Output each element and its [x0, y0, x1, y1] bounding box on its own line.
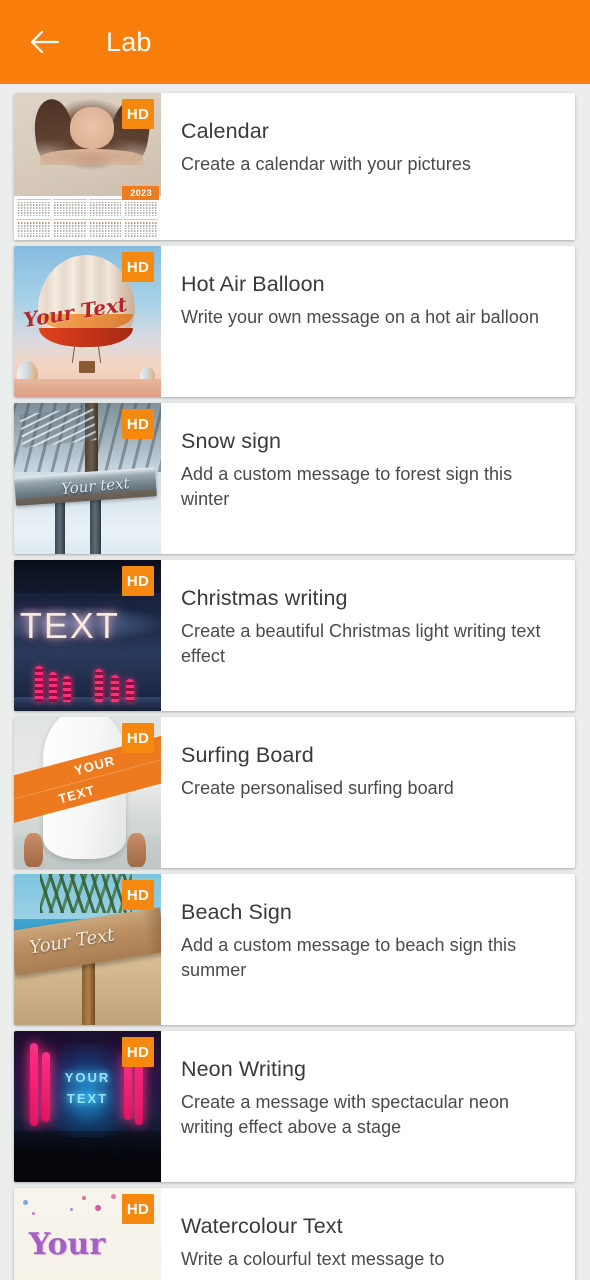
list-item-calendar[interactable]: 2023 HD Calendar Create a calendar with … [14, 93, 575, 240]
neon-writing-thumbnail: YOUR TEXT HD [14, 1031, 161, 1182]
list-item-neon-writing[interactable]: YOUR TEXT HD Neon Writing Create a messa… [14, 1031, 575, 1182]
watercolour-text-line-1: Your [28, 1227, 106, 1263]
calendar-year-label: 2023 [122, 185, 159, 200]
list-item-text: Calendar Create a calendar with your pic… [161, 93, 575, 240]
list-item-snow-sign[interactable]: Your text HD Snow sign Add a custom mess… [14, 403, 575, 554]
calendar-thumbnail: 2023 HD [14, 93, 161, 240]
list-item-description: Add a custom message to beach sign this … [181, 934, 517, 981]
list-item-text: Neon Writing Create a message with spect… [161, 1031, 575, 1182]
list-item-surfing-board[interactable]: YOUR TEXT HD Surfing Board Create person… [14, 717, 575, 868]
list-item-text: Snow sign Add a custom message to forest… [161, 403, 575, 554]
list-item-text: Hot Air Balloon Write your own message o… [161, 246, 575, 397]
hd-badge: HD [122, 566, 154, 596]
list-item-title: Surfing Board [181, 743, 314, 767]
list-item-text: Watercolour Text Write a colourful text … [161, 1188, 575, 1280]
list-item-description: Write your own message on a hot air ball… [181, 306, 540, 327]
list-item-title: Snow sign [181, 429, 282, 453]
christmas-text-overlay: TEXT [19, 605, 120, 647]
neon-text-line-1: YOUR [64, 1070, 111, 1086]
back-button[interactable] [22, 19, 68, 65]
list-item-christmas-writing[interactable]: TEXT HD Christmas writing Create a beaut… [14, 560, 575, 711]
list-item-description: Create a beautiful Christmas light writi… [181, 620, 541, 667]
neon-text-line-2: TEXT [66, 1091, 109, 1107]
arrow-left-icon [30, 29, 60, 55]
watercolour-text-thumbnail: Your Text HD [14, 1188, 161, 1280]
snow-sign-thumbnail: Your text HD [14, 403, 161, 554]
list-item-text: Surfing Board Create personalised surfin… [161, 717, 575, 868]
list-item-title: Calendar [181, 119, 270, 143]
christmas-writing-thumbnail: TEXT HD [14, 560, 161, 711]
list-item-title: Christmas writing [181, 586, 348, 610]
hd-badge: HD [122, 1037, 154, 1067]
hd-badge: HD [122, 99, 154, 129]
list-item-watercolour-text[interactable]: Your Text HD Watercolour Text Write a co… [14, 1188, 575, 1280]
page-title: Lab [106, 26, 152, 57]
hd-badge: HD [122, 723, 154, 753]
surfing-board-thumbnail: YOUR TEXT HD [14, 717, 161, 868]
lab-effects-list[interactable]: 2023 HD Calendar Create a calendar with … [0, 84, 590, 1280]
beach-sign-thumbnail: Your Text HD [14, 874, 161, 1025]
app-bar: Lab [0, 0, 590, 84]
hd-badge: HD [122, 252, 154, 282]
list-item-title: Beach Sign [181, 900, 292, 924]
list-item-description: Create a message with spectacular neon w… [181, 1091, 510, 1138]
hd-badge: HD [122, 409, 154, 439]
hot-air-balloon-thumbnail: Your Text HD [14, 246, 161, 397]
list-item-text: Beach Sign Add a custom message to beach… [161, 874, 575, 1025]
list-item-description: Create a calendar with your pictures [181, 153, 471, 174]
list-item-beach-sign[interactable]: Your Text HD Beach Sign Add a custom mes… [14, 874, 575, 1025]
list-item-title: Hot Air Balloon [181, 272, 325, 296]
list-item-hot-air-balloon[interactable]: Your Text HD Hot Air Balloon Write your … [14, 246, 575, 397]
list-item-title: Neon Writing [181, 1057, 307, 1081]
list-item-text: Christmas writing Create a beautiful Chr… [161, 560, 575, 711]
list-item-description: Write a colourful text message to [181, 1248, 445, 1269]
list-item-title: Watercolour Text [181, 1214, 343, 1238]
list-item-description: Create personalised surfing board [181, 777, 454, 798]
hd-badge: HD [122, 880, 154, 910]
hd-badge: HD [122, 1194, 154, 1224]
list-item-description: Add a custom message to forest sign this… [181, 463, 513, 510]
